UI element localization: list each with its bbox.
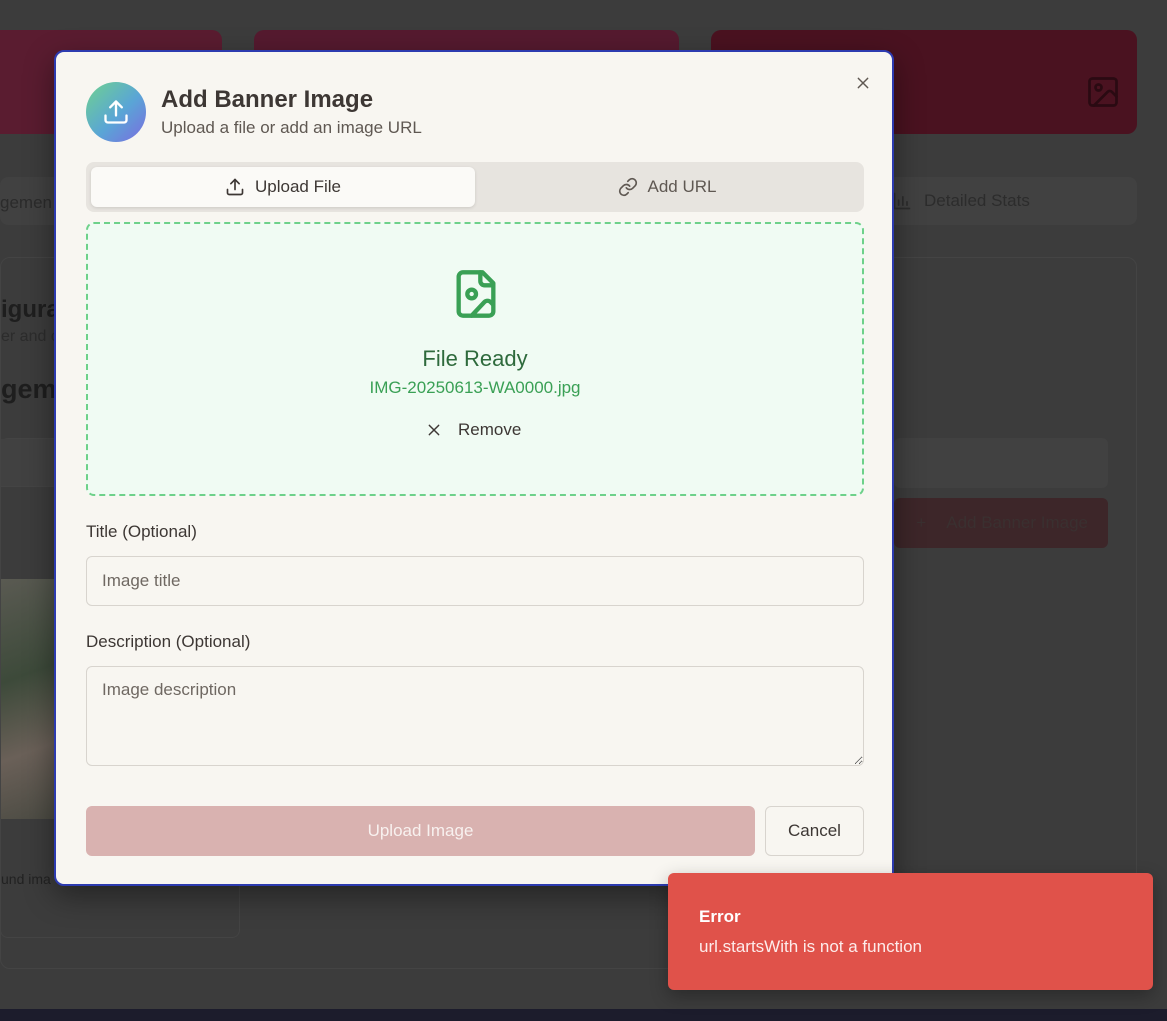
banner-caption: und ima — [1, 871, 51, 887]
tab-management: gemen — [0, 193, 52, 212]
link-icon — [618, 177, 637, 197]
add-banner-image-label: Add Banner Image — [946, 513, 1088, 532]
panel-heading: gem — [1, 374, 57, 404]
add-banner-image-dialog: Add Banner Image Upload a file or add an… — [54, 50, 894, 886]
title-input[interactable] — [86, 556, 864, 606]
description-textarea[interactable] — [86, 666, 864, 766]
title-field-label: Title (Optional) — [86, 522, 197, 541]
dialog-subtitle: Upload a file or add an image URL — [161, 118, 422, 138]
error-toast[interactable]: Error url.startsWith is not a function — [668, 873, 1153, 990]
x-icon — [428, 424, 440, 436]
tab-detailed-stats-label: Detailed Stats — [924, 191, 1030, 210]
add-banner-image-button: + Add Banner Image — [894, 498, 1108, 548]
page-footer — [0, 1009, 1167, 1021]
header-badge — [86, 82, 146, 142]
panel-subtitle: er and c — [1, 328, 59, 345]
tab-detailed-stats: Detailed Stats — [892, 191, 1030, 211]
description-field-label: Description (Optional) — [86, 632, 251, 651]
remove-file-button[interactable]: Remove — [426, 420, 521, 440]
tab-add-url-label: Add URL — [647, 177, 717, 196]
background-search — [894, 438, 1108, 488]
file-name: IMG-20250613-WA0000.jpg — [369, 378, 581, 397]
image-icon — [1088, 77, 1118, 107]
source-tabs: Upload File Add URL — [86, 162, 864, 212]
panel-title: igura — [1, 296, 60, 323]
cancel-button[interactable]: Cancel — [765, 806, 864, 856]
close-button[interactable] — [852, 72, 874, 94]
dialog-title: Add Banner Image — [161, 85, 374, 113]
plus-icon: + — [916, 513, 927, 532]
tab-upload-file[interactable]: Upload File — [91, 167, 475, 207]
banner-photo — [1, 579, 61, 819]
file-dropzone[interactable]: File Ready IMG-20250613-WA0000.jpg Remov… — [86, 222, 864, 496]
bar-chart-icon — [893, 192, 911, 210]
remove-file-label: Remove — [458, 420, 522, 439]
tab-add-url[interactable]: Add URL — [475, 167, 859, 207]
file-image-icon — [456, 270, 496, 318]
toast-title: Error — [699, 907, 741, 926]
close-icon — [857, 77, 869, 89]
upload-icon — [104, 100, 128, 124]
file-status: File Ready — [422, 346, 528, 371]
tab-upload-file-label: Upload File — [255, 177, 341, 196]
dialog-header: Add Banner Image Upload a file or add an… — [86, 82, 422, 142]
upload-icon — [226, 178, 244, 196]
upload-image-button[interactable]: Upload Image — [86, 806, 755, 856]
toast-message: url.startsWith is not a function — [699, 937, 922, 956]
